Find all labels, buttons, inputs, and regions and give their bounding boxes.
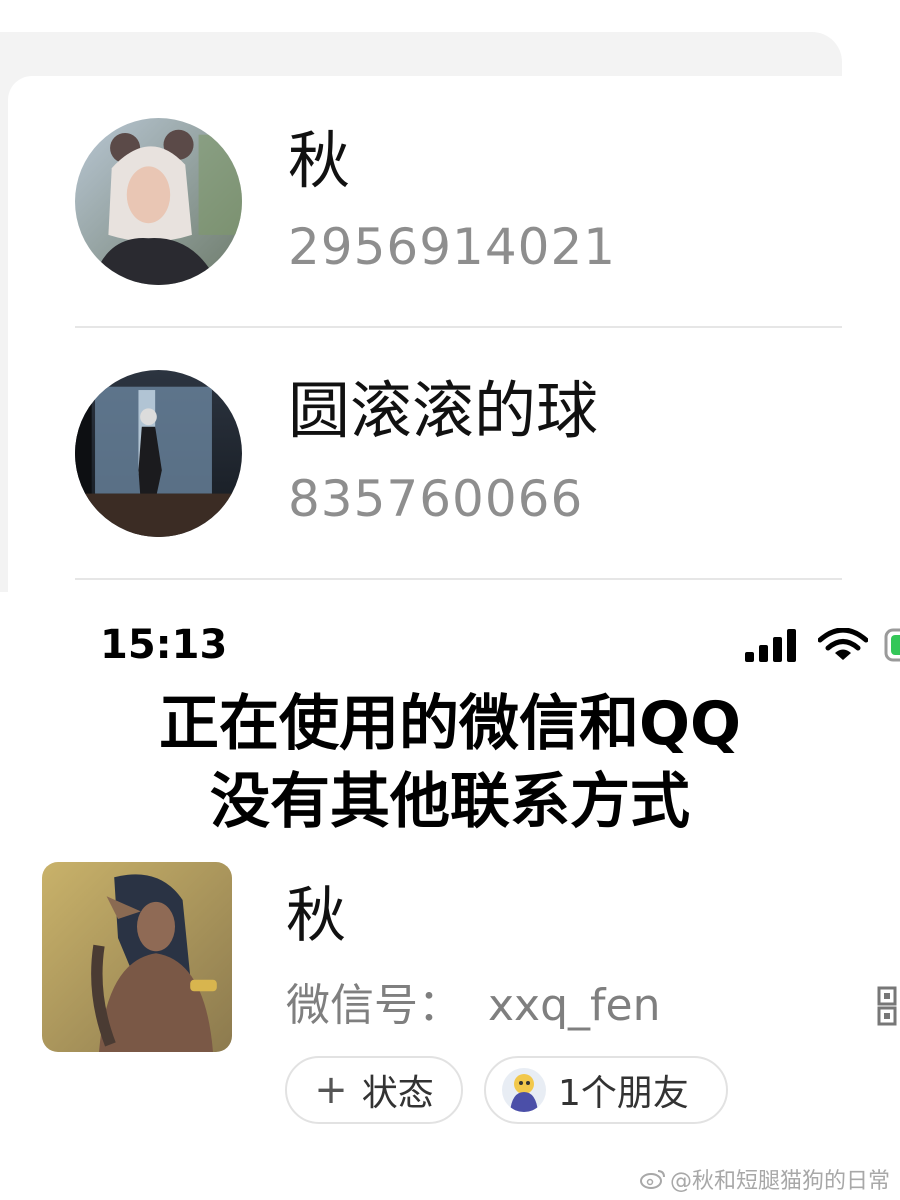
plus-icon: + xyxy=(314,1067,348,1113)
wifi-icon xyxy=(818,628,868,660)
wechat-id-label: 微信号： xyxy=(286,980,462,1031)
friend-avatar-icon xyxy=(502,1068,546,1112)
contact-qq-number: 2956914021 xyxy=(288,218,617,276)
contact-avatar[interactable] xyxy=(75,370,242,537)
cellular-signal-icon xyxy=(745,629,796,662)
caption-line-1: 正在使用的微信和QQ xyxy=(158,689,741,759)
profile-name: 秋 xyxy=(286,881,346,951)
watermark: @秋和短腿猫狗的日常 xyxy=(639,1163,890,1195)
qq-contact-list: 秋 2956914021 圆滚滚的球 835760066 xyxy=(8,76,842,592)
add-status-button[interactable]: + 状态 xyxy=(285,1056,463,1124)
contact-name: 秋 xyxy=(288,124,351,197)
divider xyxy=(75,578,842,580)
caption-line-2: 没有其他联系方式 xyxy=(210,767,690,837)
wechat-id-value: xxq_fen xyxy=(488,980,661,1031)
qr-code-icon[interactable] xyxy=(876,984,900,1028)
friends-button[interactable]: 1个朋友 xyxy=(484,1056,728,1124)
contact-name: 圆滚滚的球 xyxy=(288,374,599,447)
contact-row[interactable]: 圆滚滚的球 835760066 xyxy=(8,328,842,580)
profile-avatar[interactable] xyxy=(42,862,232,1052)
status-bar-time: 15:13 xyxy=(100,622,228,668)
contact-avatar[interactable] xyxy=(75,118,242,285)
contact-row[interactable]: 秋 2956914021 xyxy=(8,76,842,328)
contact-qq-number: 835760066 xyxy=(288,470,584,528)
status-button-label: 状态 xyxy=(361,1073,434,1114)
battery-icon xyxy=(884,628,900,662)
watermark-text: @秋和短腿猫狗的日常 xyxy=(669,1169,890,1194)
weibo-icon xyxy=(639,1170,665,1189)
friends-button-label: 1个朋友 xyxy=(558,1073,689,1114)
